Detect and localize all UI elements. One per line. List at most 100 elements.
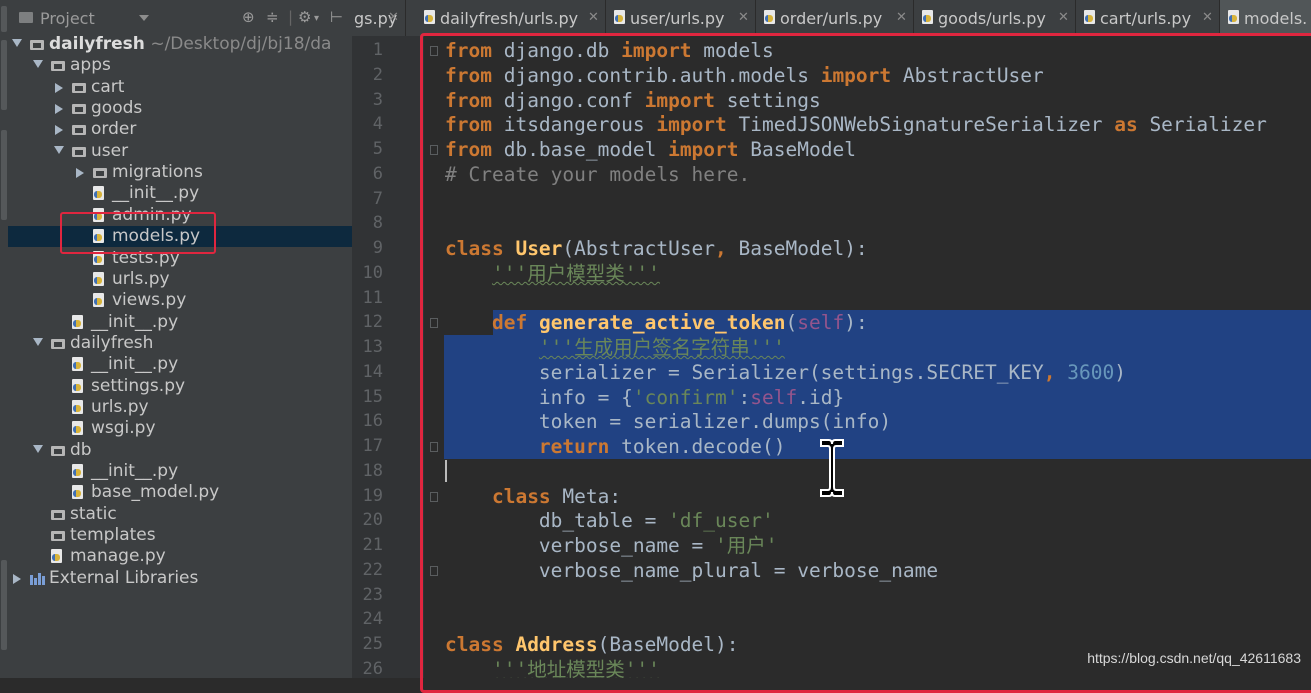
code-token: self	[797, 311, 845, 335]
code-line[interactable]: class User(AbstractUser, BaseModel):	[445, 236, 868, 261]
project-title[interactable]: Project	[40, 9, 95, 28]
tree-item-db[interactable]: db	[8, 440, 352, 461]
target-icon[interactable]: ⊕	[242, 8, 255, 26]
code-token: import	[656, 113, 727, 137]
code-token: generate_active_token	[538, 311, 786, 335]
tree-item-views-py[interactable]: views.py	[8, 290, 352, 311]
code-line[interactable]: '''生成用户签名字符串'''	[445, 335, 785, 360]
code-line[interactable]: verbose_name_plural = verbose_name	[445, 558, 938, 583]
close-icon[interactable]: ✕	[738, 10, 749, 25]
code-token: class	[491, 484, 551, 508]
tree-item-static[interactable]: static	[8, 504, 352, 525]
tree-item-templates[interactable]: templates	[8, 525, 352, 546]
folder-icon	[72, 146, 86, 157]
expand-arrow-icon[interactable]	[54, 145, 64, 154]
tab-gs-py[interactable]: gs.py ✕	[352, 0, 406, 36]
tree-item-base-model-py[interactable]: base_model.py	[8, 482, 352, 503]
code-line[interactable]: from db.base_model import BaseModel	[445, 137, 856, 162]
tab-order-urls-py[interactable]: order/urls.py ✕	[756, 0, 914, 36]
collapse-arrow-icon[interactable]	[13, 573, 21, 584]
close-icon[interactable]: ✕	[896, 10, 907, 25]
tree-item-user[interactable]: user	[8, 141, 352, 162]
code-token: verbose_name =	[445, 534, 716, 557]
tree-item-urls-py[interactable]: urls.py	[8, 269, 352, 290]
line-number: 3	[372, 89, 383, 110]
tree-item-init-py[interactable]: __init__.py	[8, 461, 352, 482]
code-line[interactable]: verbose_name = '用户'	[445, 533, 778, 558]
folder-icon	[72, 125, 86, 136]
collapse-arrow-icon[interactable]	[55, 82, 63, 93]
code-line[interactable]: '''地址模型类'''	[445, 657, 660, 678]
fold-marker-icon[interactable]	[430, 565, 438, 576]
collapse-arrow-icon[interactable]	[55, 104, 63, 115]
code-token: # Create your models here.	[445, 162, 751, 186]
code-line[interactable]: db_table = 'df_user'	[445, 508, 774, 533]
fold-marker-icon[interactable]	[430, 442, 438, 452]
line-number: 2	[372, 64, 383, 85]
tab-user-urls-py[interactable]: user/urls.py ✕	[606, 0, 756, 36]
code-token: from	[445, 113, 492, 137]
tab-goods-urls-py[interactable]: goods/urls.py ✕	[914, 0, 1076, 36]
expand-arrow-icon[interactable]	[33, 337, 43, 346]
tree-item-urls-py[interactable]: urls.py	[8, 397, 352, 418]
close-icon[interactable]: ✕	[388, 10, 399, 25]
tab-models[interactable]: models.	[1220, 0, 1311, 36]
code-line[interactable]: serializer = Serializer(settings.SECRET_…	[445, 360, 1126, 385]
expand-arrow-icon[interactable]	[12, 39, 22, 47]
tree-item-dailyfresh[interactable]: dailyfresh ~/Desktop/dj/bj18/da	[8, 34, 352, 55]
line-number: 4	[372, 114, 383, 135]
code-line[interactable]: from itsdangerous import TimedJSONWebSig…	[445, 112, 1267, 137]
fold-marker-icon[interactable]	[430, 318, 438, 329]
code-line[interactable]: def generate_active_token(self):	[445, 310, 868, 335]
collapse-arrow-icon[interactable]	[55, 125, 63, 136]
gear-caret-icon[interactable]: ▾	[314, 13, 319, 24]
code-line[interactable]: class Address(BaseModel):	[445, 632, 739, 657]
hide-panel-icon[interactable]: ⊢	[330, 8, 343, 26]
code-editor[interactable]: 1 2 3 4 5 6 7 8 9 10 11 12 13 14 15 16 17 18 19 20 21 22 23 24 2…	[352, 36, 1311, 678]
fold-marker-icon[interactable]	[430, 145, 438, 155]
close-icon[interactable]: ✕	[1058, 10, 1069, 25]
tree-item-init-py[interactable]: __init__.py	[8, 354, 352, 375]
code-token: import	[621, 39, 692, 62]
tree-item-external-libraries[interactable]: External Libraries	[8, 568, 352, 589]
code-line[interactable]: token = serializer.dumps(info)	[445, 409, 891, 434]
close-icon[interactable]: ✕	[1202, 10, 1213, 25]
code-line[interactable]: from django.conf import settings	[445, 88, 821, 113]
gear-icon[interactable]: ⚙	[298, 8, 311, 26]
tree-item-cart[interactable]: cart	[8, 77, 352, 98]
code-line[interactable]: from django.db import models	[445, 38, 774, 63]
close-icon[interactable]: ✕	[588, 10, 599, 25]
code-line[interactable]: return token.decode()	[445, 434, 786, 459]
fold-marker-icon[interactable]	[430, 491, 438, 502]
fold-marker-icon[interactable]	[430, 46, 438, 56]
tab-cart-urls-py[interactable]: cart/urls.py ✕	[1076, 0, 1220, 36]
tree-item-apps[interactable]: apps	[8, 55, 352, 76]
tab-label: cart/urls.py	[1100, 9, 1192, 28]
code-line[interactable]: from django.contrib.auth.models import A…	[445, 63, 1044, 88]
tree-item-wsgi-py[interactable]: wsgi.py	[8, 418, 352, 439]
tree-item-order[interactable]: order	[8, 119, 352, 140]
tree-item-init-py[interactable]: __init__.py	[8, 312, 352, 333]
code-line[interactable]: '''用户模型类'''	[445, 261, 660, 286]
ibeam-cursor-icon	[820, 439, 844, 497]
tab-dailyfresh-urls-py[interactable]: dailyfresh/urls.py ✕	[416, 0, 606, 36]
collapse-arrow-icon[interactable]	[76, 168, 84, 179]
tree-item-init-py[interactable]: __init__.py	[8, 183, 352, 204]
tree-item-goods[interactable]: goods	[8, 98, 352, 119]
expand-arrow-icon[interactable]	[33, 444, 43, 453]
collapse-icon[interactable]: ≑	[266, 8, 279, 26]
code-line[interactable]: # Create your models here.	[445, 162, 750, 187]
chevron-down-icon[interactable]	[139, 15, 149, 21]
tree-item-manage-py[interactable]: manage.py	[8, 546, 352, 567]
code-line[interactable]: class Meta:	[445, 484, 621, 509]
python-file-icon	[72, 421, 83, 436]
code-token: '''用户模型类'''	[491, 261, 660, 285]
expand-arrow-icon[interactable]	[33, 60, 43, 69]
line-number: 7	[372, 188, 383, 209]
code-line[interactable]: info = {'confirm':self.id}	[445, 385, 844, 410]
tree-item-dailyfresh[interactable]: dailyfresh	[8, 333, 352, 354]
tree-item-settings-py[interactable]: settings.py	[8, 376, 352, 397]
tree-item-migrations[interactable]: migrations	[8, 162, 352, 183]
